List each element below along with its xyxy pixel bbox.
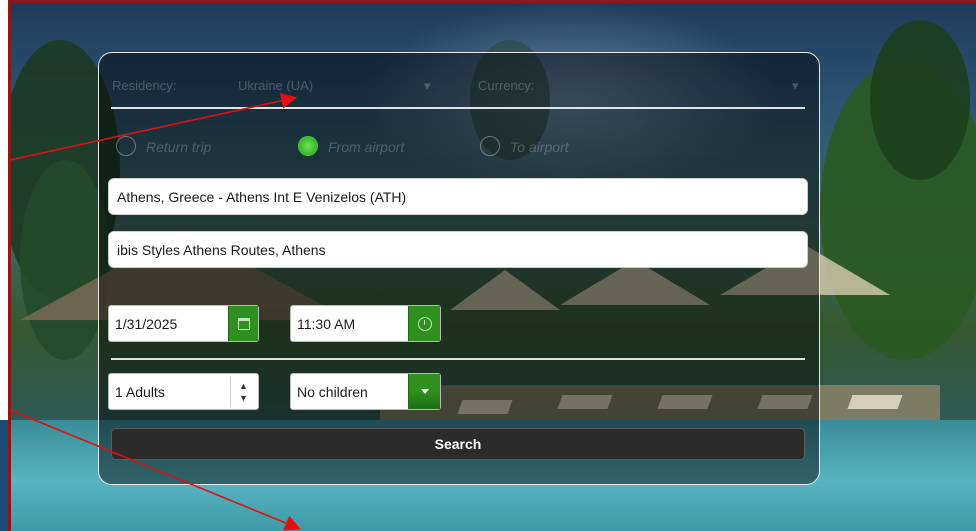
residency-select[interactable]: Ukraine (UA) [238, 78, 313, 93]
palm-tree [870, 20, 970, 180]
adults-spinner[interactable]: ▲ ▼ [230, 376, 256, 407]
decrement-icon[interactable]: ▼ [239, 392, 248, 404]
radio-return-trip[interactable] [116, 136, 136, 156]
children-dropdown-button[interactable] [408, 374, 440, 409]
adults-value: 1 Adults [115, 384, 165, 400]
booking-form-panel [98, 52, 820, 485]
chevron-down-icon: ▾ [792, 78, 799, 93]
radio-label-return-trip: Return trip [146, 139, 212, 155]
children-select[interactable]: No children [290, 373, 441, 410]
time-field[interactable]: 11:30 AM [290, 305, 441, 342]
date-value: 1/31/2025 [115, 316, 178, 332]
lounger [847, 395, 903, 409]
residency-label: Residency: [112, 78, 177, 93]
time-picker-button[interactable] [408, 306, 440, 341]
clock-icon [417, 316, 432, 331]
calendar-button[interactable] [228, 306, 258, 341]
trip-type-group: Return trip From airport To airport [112, 134, 806, 160]
chevron-down-icon: ▾ [424, 78, 431, 93]
currency-label: Currency: [478, 78, 535, 93]
dropoff-location-input[interactable]: ibis Styles Athens Routes, Athens [108, 231, 808, 268]
increment-icon[interactable]: ▲ [239, 380, 248, 392]
radio-from-airport[interactable] [298, 136, 318, 156]
adults-stepper[interactable]: 1 Adults ▲ ▼ [108, 373, 259, 410]
palm-tree [20, 160, 110, 360]
chevron-down-icon [420, 389, 429, 394]
pickup-location-input[interactable]: Athens, Greece - Athens Int E Venizelos … [108, 178, 808, 215]
calendar-icon [237, 317, 250, 330]
settings-row: Residency: Ukraine (UA) ▾ Currency: ▾ [112, 74, 806, 100]
radio-label-to-airport: To airport [510, 139, 569, 155]
divider [111, 107, 805, 109]
time-value: 11:30 AM [297, 316, 356, 332]
page-margin-dark [0, 420, 10, 531]
radio-to-airport[interactable] [480, 136, 500, 156]
radio-label-from-airport: From airport [328, 139, 405, 155]
search-button[interactable]: Search [111, 428, 805, 460]
date-field[interactable]: 1/31/2025 [108, 305, 259, 342]
divider [111, 358, 805, 360]
children-value: No children [297, 384, 368, 400]
